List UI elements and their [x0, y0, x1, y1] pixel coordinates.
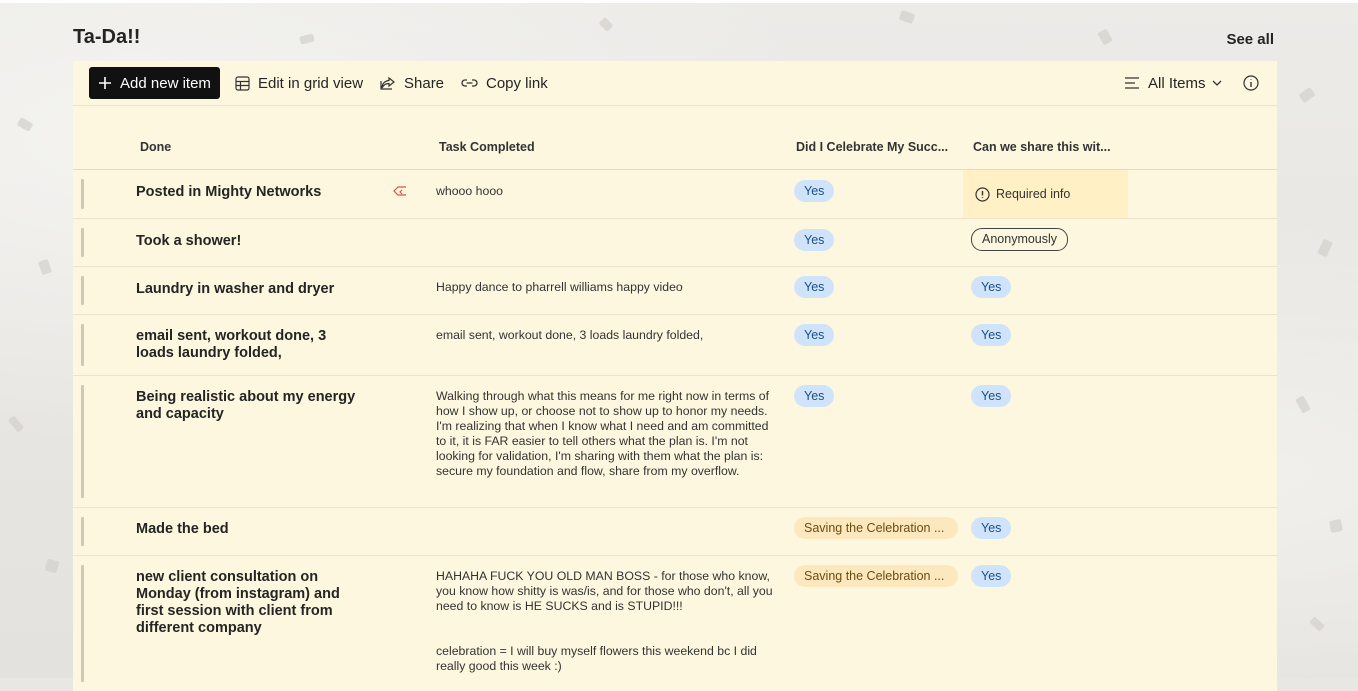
done-cell[interactable]: Laundry in washer and dryer	[136, 281, 356, 298]
table-row[interactable]: Made the bed Saving the Celebration ... …	[73, 508, 1277, 556]
share-pill[interactable]: Yes	[971, 517, 1012, 539]
grid-icon	[235, 75, 250, 91]
required-info-label: Required info	[996, 187, 1071, 201]
row-select-handle[interactable]	[81, 179, 84, 209]
share-pill[interactable]: Yes	[971, 565, 1012, 587]
info-icon	[1243, 75, 1259, 91]
copy-link-button[interactable]: Copy link	[461, 67, 548, 99]
table-row[interactable]: Took a shower! Yes Anonymously	[73, 219, 1277, 267]
view-selector[interactable]: All Items	[1124, 67, 1230, 99]
page-title: Ta-Da!!	[73, 26, 141, 48]
required-info-cell[interactable]: Required info	[963, 170, 1128, 218]
row-select-handle[interactable]	[81, 517, 84, 546]
celebrate-pill[interactable]: Yes	[794, 385, 835, 407]
row-select-handle[interactable]	[81, 276, 84, 305]
row-select-handle[interactable]	[81, 385, 84, 498]
view-selector-label: All Items	[1148, 74, 1206, 92]
table-row[interactable]: Laundry in washer and dryer Happy dance …	[73, 267, 1277, 315]
celebrate-pill[interactable]: Yes	[794, 180, 835, 202]
task-cell[interactable]: Walking through what this means for me r…	[436, 389, 776, 479]
link-icon	[461, 79, 478, 87]
flag-icon[interactable]	[393, 185, 407, 197]
share-pill[interactable]: Yes	[971, 385, 1012, 407]
top-strip	[0, 0, 1358, 3]
celebrate-pill[interactable]: Yes	[794, 229, 835, 251]
task-cell[interactable]: email sent, workout done, 3 loads laundr…	[436, 328, 776, 343]
edit-grid-view-button[interactable]: Edit in grid view	[235, 67, 363, 99]
share-pill[interactable]: Anonymously	[971, 228, 1069, 251]
table-row[interactable]: Posted in Mighty Networks whooo hooo Yes…	[73, 170, 1277, 219]
view-list-icon	[1125, 77, 1139, 89]
plus-icon	[99, 77, 112, 89]
row-select-handle[interactable]	[81, 324, 84, 366]
add-new-item-button[interactable]: Add new item	[89, 67, 220, 99]
celebrate-pill[interactable]: Yes	[794, 324, 835, 346]
celebrate-pill[interactable]: Yes	[794, 276, 835, 298]
done-cell[interactable]: Being realistic about my energy and capa…	[136, 389, 356, 423]
done-cell[interactable]: Took a shower!	[136, 233, 356, 250]
column-header-row: Done Task Completed Did I Celebrate My S…	[73, 106, 1277, 170]
share-button[interactable]: Share	[380, 67, 444, 99]
share-pill[interactable]: Yes	[971, 276, 1012, 298]
column-header-share[interactable]: Can we share this wit...	[973, 140, 1111, 154]
command-bar: Add new item Edit in grid view Share Cop…	[73, 61, 1277, 106]
table-row[interactable]: new client consultation on Monday (from …	[73, 556, 1277, 691]
column-header-done[interactable]: Done	[140, 140, 171, 154]
task-cell[interactable]: whooo hooo	[436, 184, 776, 199]
done-cell[interactable]: new client consultation on Monday (from …	[136, 569, 346, 637]
edit-grid-view-label: Edit in grid view	[258, 74, 364, 92]
done-cell[interactable]: Made the bed	[136, 521, 356, 538]
table-row[interactable]: email sent, workout done, 3 loads laundr…	[73, 315, 1277, 376]
column-header-celebrate[interactable]: Did I Celebrate My Succ...	[796, 140, 948, 154]
see-all-link[interactable]: See all	[1226, 31, 1274, 48]
chevron-down-icon	[1212, 80, 1221, 86]
celebrate-pill[interactable]: Saving the Celebration ...	[794, 565, 958, 587]
share-pill[interactable]: Yes	[971, 324, 1012, 346]
done-cell[interactable]: Posted in Mighty Networks	[136, 184, 356, 201]
task-cell-note[interactable]: celebration = I will buy myself flowers …	[436, 644, 776, 674]
info-button[interactable]	[1243, 67, 1267, 99]
add-new-item-label: Add new item	[120, 74, 211, 92]
celebrate-pill[interactable]: Saving the Celebration ...	[794, 517, 958, 539]
done-cell[interactable]: email sent, workout done, 3 loads laundr…	[136, 328, 336, 362]
share-label: Share	[404, 74, 445, 92]
row-select-handle[interactable]	[81, 565, 84, 682]
row-select-handle[interactable]	[81, 228, 84, 257]
copy-link-label: Copy link	[486, 74, 548, 92]
task-cell[interactable]: HAHAHA FUCK YOU OLD MAN BOSS - for those…	[436, 569, 776, 614]
list-panel: Add new item Edit in grid view Share Cop…	[73, 61, 1277, 691]
share-icon	[380, 76, 395, 90]
alert-circle-icon	[975, 186, 990, 202]
column-header-task[interactable]: Task Completed	[439, 140, 535, 154]
table-row[interactable]: Being realistic about my energy and capa…	[73, 376, 1277, 508]
task-cell[interactable]: Happy dance to pharrell williams happy v…	[436, 280, 776, 295]
